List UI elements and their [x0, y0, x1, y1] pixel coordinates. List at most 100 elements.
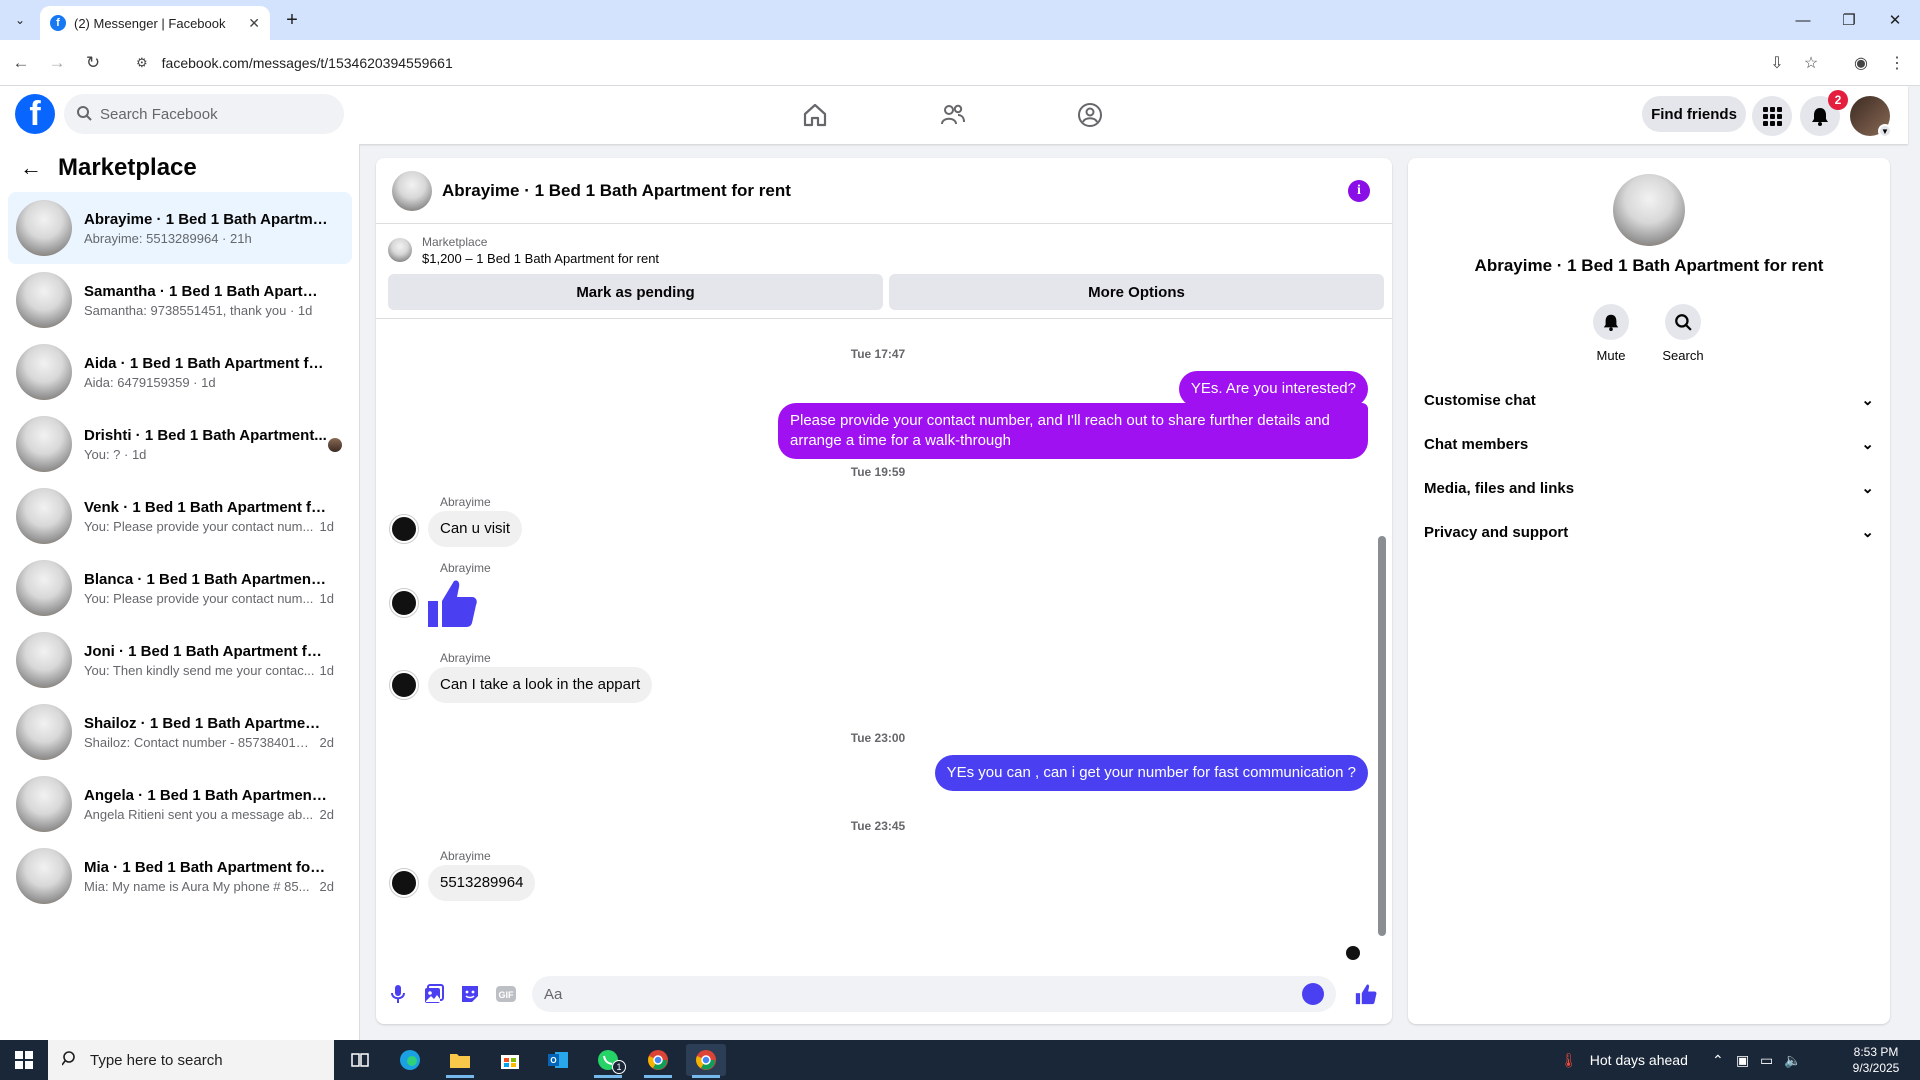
back-arrow-icon[interactable]: ← [20, 155, 42, 181]
bell-icon [1593, 304, 1629, 340]
message-thread: Tue 17:47 YEs. Are you interested? Pleas… [376, 318, 1392, 960]
emoji-icon[interactable] [1302, 983, 1324, 1005]
conversation-name: Joni · 1 Bed 1 Bath Apartment for r... [84, 642, 328, 660]
conversation-item[interactable]: Venk · 1 Bed 1 Bath Apartment for ... You… [8, 480, 352, 552]
omnibox[interactable]: ⚙ facebook.com/messages/t/15346203945596… [124, 46, 1804, 80]
chrome-icon[interactable] [638, 1044, 678, 1078]
conversation-item[interactable]: Drishti · 1 Bed 1 Bath Apartment... You: … [8, 408, 352, 480]
conversation-preview: Mia: My name is Aura My phone # 85... [84, 878, 310, 894]
taskbar-clock[interactable]: 8:53 PM 9/3/2025 [1836, 1044, 1916, 1076]
conversation-preview: You: ? · 1d [84, 446, 147, 462]
whatsapp-badge: 1 [612, 1060, 626, 1074]
network-icon[interactable]: ▭ [1760, 1040, 1773, 1080]
chat-avatar[interactable] [392, 170, 432, 211]
whatsapp-icon[interactable]: 1 [588, 1044, 628, 1078]
outlook-icon[interactable]: O [538, 1044, 578, 1076]
message-scrollbar[interactable] [1378, 536, 1386, 936]
outgoing-message[interactable]: Please provide your contact number, and … [778, 403, 1368, 459]
install-app-icon[interactable]: ⇩ [1766, 52, 1788, 74]
chat-members-section[interactable]: Chat members ⌄ [1424, 426, 1874, 462]
conversation-item[interactable]: Joni · 1 Bed 1 Bath Apartment for r... Yo… [8, 624, 352, 696]
close-tab-icon[interactable]: ✕ [248, 15, 260, 32]
tab-search-dropdown-icon[interactable]: ⌄ [8, 8, 32, 32]
account-avatar[interactable]: ▼ [1850, 96, 1892, 138]
restore-icon[interactable]: ❐ [1826, 8, 1872, 32]
windows-start-icon[interactable] [0, 1040, 48, 1080]
conversation-item[interactable]: Shailoz · 1 Bed 1 Bath Apartment f... Sha… [8, 696, 352, 768]
bookmark-star-icon[interactable]: ☆ [1800, 52, 1822, 74]
facebook-search[interactable] [64, 94, 344, 134]
sticker-icon[interactable] [458, 982, 482, 1006]
listing-thumbnail [16, 200, 72, 256]
menu-grid-icon[interactable] [1752, 96, 1792, 136]
webcam-icon[interactable]: ▣ [1736, 1040, 1749, 1080]
groups-icon[interactable] [1070, 96, 1110, 134]
read-receipt-avatar [1346, 946, 1360, 960]
privacy-support-section[interactable]: Privacy and support ⌄ [1424, 514, 1874, 550]
friends-icon[interactable] [933, 96, 973, 134]
sender-avatar[interactable] [390, 589, 418, 617]
sender-avatar[interactable] [390, 671, 418, 699]
conversation-item[interactable]: Angela · 1 Bed 1 Bath Apartment f... Ange… [8, 768, 352, 840]
forward-icon[interactable]: → [44, 50, 70, 76]
media-files-links-section[interactable]: Media, files and links ⌄ [1424, 470, 1874, 506]
conversation-time [330, 231, 334, 246]
conversation-item[interactable]: Abrayime · 1 Bed 1 Bath Apartmen... Abray… [8, 192, 352, 264]
sender-avatar[interactable] [390, 869, 418, 897]
facebook-search-input[interactable] [100, 105, 320, 123]
weather-widget[interactable]: 🌡 Hot days ahead [1560, 1040, 1688, 1080]
section-label: Privacy and support [1424, 523, 1569, 541]
info-icon[interactable]: i [1348, 180, 1370, 202]
message-input-box[interactable] [532, 976, 1336, 1012]
conversation-time: 1d [319, 590, 334, 606]
file-explorer-icon[interactable] [440, 1044, 480, 1078]
mark-as-pending-button[interactable]: Mark as pending [388, 274, 883, 310]
incoming-message[interactable]: Can I take a look in the appart [428, 667, 653, 703]
site-info-icon[interactable]: ⚙ [136, 55, 148, 71]
taskbar-search[interactable] [48, 1040, 334, 1080]
conversation-name: Aida · 1 Bed 1 Bath Apartment for r... [84, 354, 328, 372]
outgoing-message[interactable]: YEs. Are you interested? [1178, 371, 1368, 407]
like-thumbs-up-icon[interactable] [1354, 982, 1378, 1006]
gif-icon[interactable]: GIF [494, 982, 518, 1006]
show-hidden-icons-icon[interactable]: ⌃ [1712, 1040, 1724, 1080]
conversation-item[interactable]: Mia · 1 Bed 1 Bath Apartment for r... Mia… [8, 840, 352, 912]
marketplace-listing-banner[interactable]: Marketplace $1,200 – 1 Bed 1 Bath Apartm… [388, 230, 1384, 270]
task-view-icon[interactable] [340, 1044, 380, 1076]
find-friends-button[interactable]: Find friends [1642, 96, 1746, 132]
chat-title[interactable]: Abrayime · 1 Bed 1 Bath Apartment for re… [442, 181, 791, 201]
sender-avatar[interactable] [390, 515, 418, 543]
more-options-button[interactable]: More Options [889, 274, 1384, 310]
microphone-icon[interactable] [386, 982, 410, 1006]
photo-icon[interactable] [422, 982, 446, 1006]
search-in-conversation-button[interactable]: Search [1648, 304, 1718, 363]
incoming-message[interactable]: 5513289964 [428, 865, 536, 901]
browser-tab-bar: ⌄ f (2) Messenger | Facebook ✕ + — ❐ ✕ [0, 0, 1920, 40]
facebook-logo-icon[interactable]: f [15, 94, 55, 134]
reload-icon[interactable]: ↻ [80, 50, 106, 76]
message-input[interactable] [544, 985, 1284, 1003]
conversation-avatar[interactable] [1613, 174, 1685, 246]
profile-icon[interactable]: ◉ [1850, 52, 1872, 74]
chrome-active-window-icon[interactable] [686, 1044, 726, 1078]
back-icon[interactable]: ← [8, 50, 34, 76]
taskbar-search-input[interactable] [90, 1051, 250, 1069]
home-icon[interactable] [795, 96, 835, 134]
thumbs-up-icon[interactable] [426, 577, 478, 634]
volume-icon[interactable]: 🔈 [1784, 1040, 1801, 1080]
microsoft-store-icon[interactable] [490, 1044, 530, 1076]
incoming-message[interactable]: Can u visit [428, 511, 523, 547]
mute-button[interactable]: Mute [1576, 304, 1646, 363]
close-window-icon[interactable]: ✕ [1872, 8, 1918, 32]
browser-menu-icon[interactable]: ⋮ [1886, 52, 1908, 74]
conversation-item[interactable]: Samantha · 1 Bed 1 Bath Apartmen... Saman… [8, 264, 352, 336]
outgoing-message[interactable]: YEs you can , can i get your number for … [934, 755, 1368, 791]
minimize-icon[interactable]: — [1780, 8, 1826, 32]
browser-tab[interactable]: f (2) Messenger | Facebook ✕ [40, 6, 270, 40]
new-tab-icon[interactable]: + [280, 8, 304, 32]
listing-title: $1,200 – 1 Bed 1 Bath Apartment for rent [422, 250, 660, 266]
conversation-item[interactable]: Aida · 1 Bed 1 Bath Apartment for r... Ai… [8, 336, 352, 408]
edge-browser-icon[interactable] [390, 1044, 430, 1076]
conversation-item[interactable]: Blanca · 1 Bed 1 Bath Apartment fo... You… [8, 552, 352, 624]
customise-chat-section[interactable]: Customise chat ⌄ [1424, 382, 1874, 418]
